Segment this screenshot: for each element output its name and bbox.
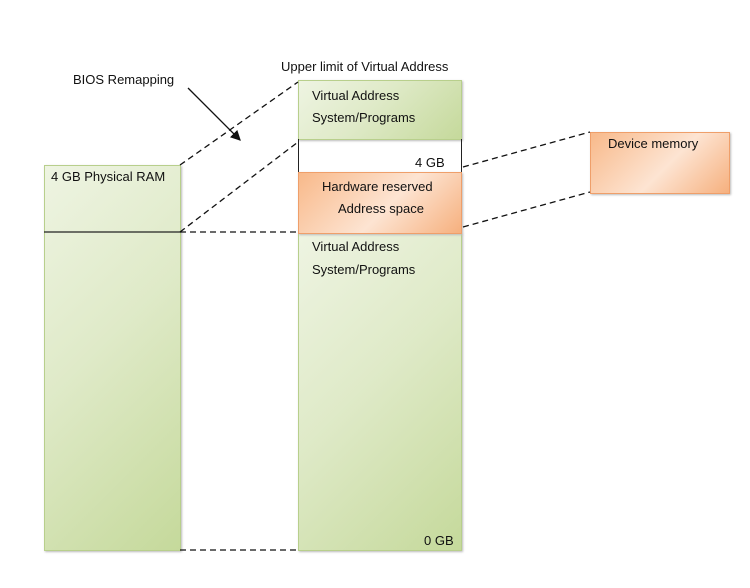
dashed-line — [462, 191, 591, 228]
zero-gb-label: 0 GB — [424, 533, 454, 548]
bios-remapping-label: BIOS Remapping — [73, 72, 175, 87]
hw-reserved-line1: Hardware reserved — [322, 179, 433, 194]
dashed-line — [462, 131, 591, 168]
virtual-bottom-line2: System/Programs — [312, 262, 416, 277]
remap-arrow-icon — [187, 87, 241, 141]
virtual-top-line2: System/Programs — [312, 110, 416, 125]
dashed-line — [179, 141, 299, 233]
hw-reserved-line2: Address space — [338, 201, 424, 216]
virtual-top-line1: Virtual Address — [312, 88, 400, 103]
physical-ram-label: 4 GB Physical RAM — [51, 169, 166, 184]
upper-limit-label: Upper limit of Virtual Address — [281, 59, 449, 74]
virtual-bottom-line1: Virtual Address — [312, 239, 400, 254]
device-memory-label: Device memory — [608, 136, 699, 151]
four-gb-label: 4 GB — [415, 155, 445, 170]
dashed-line — [179, 81, 299, 166]
